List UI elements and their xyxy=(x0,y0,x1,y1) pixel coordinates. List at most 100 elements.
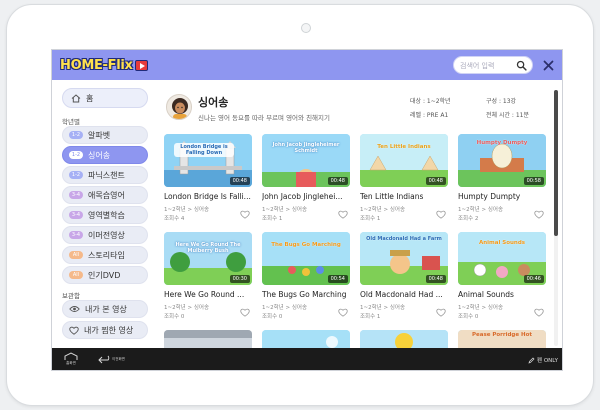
video-duration: 00:46 xyxy=(523,275,544,283)
pen-only-indicator[interactable]: 펜 ONLY xyxy=(528,356,558,364)
video-thumbnail[interactable]: Old Macdonald Had a Farm 00:48 xyxy=(360,232,448,285)
heart-icon[interactable] xyxy=(338,308,348,317)
grade-badge: 1-2 xyxy=(69,171,83,179)
sidebar-item-label: 내가 본 영상 xyxy=(85,304,127,314)
video-card[interactable] xyxy=(262,330,350,348)
video-card[interactable]: London Bridge is Falling Down 00:48 Lond… xyxy=(164,134,252,226)
sidebar-item-story-time[interactable]: All 스토리타임 xyxy=(62,246,148,264)
close-icon xyxy=(543,60,553,70)
video-title: John Jacob Jinglehei... xyxy=(262,192,343,201)
meta-level: 레벨 : PRE A1 xyxy=(410,112,449,119)
video-category: 1~2학년 > 싱어송 xyxy=(164,207,210,213)
sidebar-item-watched-videos[interactable]: 내가 본 영상 xyxy=(62,300,148,318)
page-description: 신나는 영어 동요를 따라 부르며 영어와 친해지기 xyxy=(198,114,330,122)
video-views: 조회수 1 xyxy=(360,314,381,320)
app-logo[interactable]: HOME-Flix xyxy=(60,56,148,74)
video-thumbnail[interactable]: Pease Porridge Hot xyxy=(458,330,546,348)
grade-badge: 3-4 xyxy=(69,211,83,219)
thumbnail-title: Ten Little Indians xyxy=(377,144,431,150)
heart-icon[interactable] xyxy=(338,210,348,219)
sidebar-item-area-study[interactable]: 3-4 영역별학습 xyxy=(62,206,148,224)
video-card[interactable]: Here We Go Round The Mulberry Bush 00:30… xyxy=(164,232,252,324)
video-card[interactable]: Humpty Dumpty 00:58 Humpty Dumpty 1~2학년 … xyxy=(458,134,546,226)
thumbnail-title: John Jacob Jingleheimer Schmidt xyxy=(272,142,340,154)
home-button[interactable]: 홈 xyxy=(62,88,148,108)
sidebar-item-phonics-chant[interactable]: 1-2 파닉스챈트 xyxy=(62,166,148,184)
video-category: 1~2학년 > 싱어송 xyxy=(360,305,406,311)
video-duration: 00:48 xyxy=(327,177,348,185)
search-icon[interactable] xyxy=(516,60,527,71)
video-category: 1~2학년 > 싱어송 xyxy=(164,305,210,311)
sidebar-item-singsong[interactable]: 1-2 싱어송 xyxy=(62,146,148,164)
video-title: Here We Go Round ... xyxy=(164,290,245,299)
thumbnail-title: Old Macdonald Had a Farm xyxy=(366,236,442,242)
sidebar-item-label: 스토리타임 xyxy=(88,250,125,260)
video-views: 조회수 4 xyxy=(164,216,185,222)
sidebar-item-preview-english[interactable]: 3-4 애목습영어 xyxy=(62,186,148,204)
meta-target: 대상 : 1~2학년 xyxy=(410,98,451,105)
heart-icon[interactable] xyxy=(240,210,250,219)
camera-icon xyxy=(301,23,311,33)
grade-section-label: 학년별 xyxy=(62,118,80,126)
sidebar-item-label: 애목습영어 xyxy=(88,190,125,200)
video-title: Animal Sounds xyxy=(458,290,514,299)
search-input[interactable] xyxy=(460,59,516,72)
video-card[interactable]: Animal Sounds 00:46 Animal Sounds 1~2학년 … xyxy=(458,232,546,324)
meta-composition: 구성 : 13강 xyxy=(486,98,517,105)
scrollbar-thumb[interactable] xyxy=(554,90,558,236)
sidebar-item-label: 영역별학습 xyxy=(88,210,125,220)
video-views: 조회수 1 xyxy=(360,216,381,222)
play-icon xyxy=(134,59,148,71)
video-thumbnail[interactable] xyxy=(164,330,252,348)
home-screen-button[interactable]: 홈화면 xyxy=(60,352,82,368)
heart-icon[interactable] xyxy=(240,308,250,317)
close-button[interactable] xyxy=(540,56,556,74)
video-category: 1~2학년 > 싱어송 xyxy=(262,305,308,311)
video-duration: 00:54 xyxy=(327,275,348,283)
bottom-nav-bar: 홈화면 이전화면 펜 ONLY xyxy=(52,348,562,370)
search-box xyxy=(453,56,533,74)
video-thumbnail[interactable] xyxy=(262,330,350,348)
video-card[interactable]: Pease Porridge Hot xyxy=(458,330,546,348)
sidebar-item-alphabet[interactable]: 1-2 알파벳 xyxy=(62,126,148,144)
video-views: 조회수 2 xyxy=(458,216,479,222)
video-thumbnail[interactable]: The Bugs Go Marching 00:54 xyxy=(262,232,350,285)
video-thumbnail[interactable] xyxy=(360,330,448,348)
logo-text: HOME-Flix xyxy=(60,57,133,73)
video-card[interactable] xyxy=(360,330,448,348)
video-card[interactable] xyxy=(164,330,252,348)
back-label: 이전화면 xyxy=(112,357,125,361)
video-card[interactable]: Ten Little Indians 00:48 Ten Little Indi… xyxy=(360,134,448,226)
home-icon xyxy=(71,93,81,102)
scrollbar[interactable] xyxy=(554,90,558,346)
video-title: Ten Little Indians xyxy=(360,192,424,201)
video-title: Old Macdonald Had ... xyxy=(360,290,443,299)
home-screen-label: 홈화면 xyxy=(66,361,76,365)
video-title: London Bridge Is Falli... xyxy=(164,192,251,201)
video-views: 조회수 0 xyxy=(262,314,283,320)
video-thumbnail[interactable]: Humpty Dumpty 00:58 xyxy=(458,134,546,187)
video-thumbnail[interactable]: Ten Little Indians 00:48 xyxy=(360,134,448,187)
heart-icon[interactable] xyxy=(436,210,446,219)
video-card[interactable]: Old Macdonald Had a Farm 00:48 Old Macdo… xyxy=(360,232,448,324)
back-button[interactable]: 이전화면 xyxy=(98,352,126,368)
video-thumbnail[interactable]: John Jacob Jingleheimer Schmidt 00:48 xyxy=(262,134,350,187)
video-thumbnail[interactable]: London Bridge is Falling Down 00:48 xyxy=(164,134,252,187)
sidebar-item-liked-videos[interactable]: 내가 찜한 영상 xyxy=(62,321,148,339)
pen-icon xyxy=(528,357,535,364)
heart-icon[interactable] xyxy=(436,308,446,317)
pen-only-label: 펜 ONLY xyxy=(537,358,558,364)
video-card[interactable]: John Jacob Jingleheimer Schmidt 00:48 Jo… xyxy=(262,134,350,226)
home-icon xyxy=(64,352,78,360)
sidebar-item-immersion-video[interactable]: 3-4 이머전영상 xyxy=(62,226,148,244)
thumbnail-title: Here We Go Round The Mulberry Bush xyxy=(175,242,241,254)
video-card[interactable]: The Bugs Go Marching 00:54 The Bugs Go M… xyxy=(262,232,350,324)
video-thumbnail[interactable]: Animal Sounds 00:46 xyxy=(458,232,546,285)
heart-icon[interactable] xyxy=(534,210,544,219)
thumbnail-title: London Bridge is Falling Down xyxy=(180,144,228,156)
video-thumbnail[interactable]: Here We Go Round The Mulberry Bush 00:30 xyxy=(164,232,252,285)
sidebar-item-label: 내가 찜한 영상 xyxy=(84,325,134,335)
heart-icon[interactable] xyxy=(534,308,544,317)
sidebar-item-popular-dvd[interactable]: All 인기DVD xyxy=(62,266,148,284)
page-title: 싱어송 xyxy=(198,96,229,109)
